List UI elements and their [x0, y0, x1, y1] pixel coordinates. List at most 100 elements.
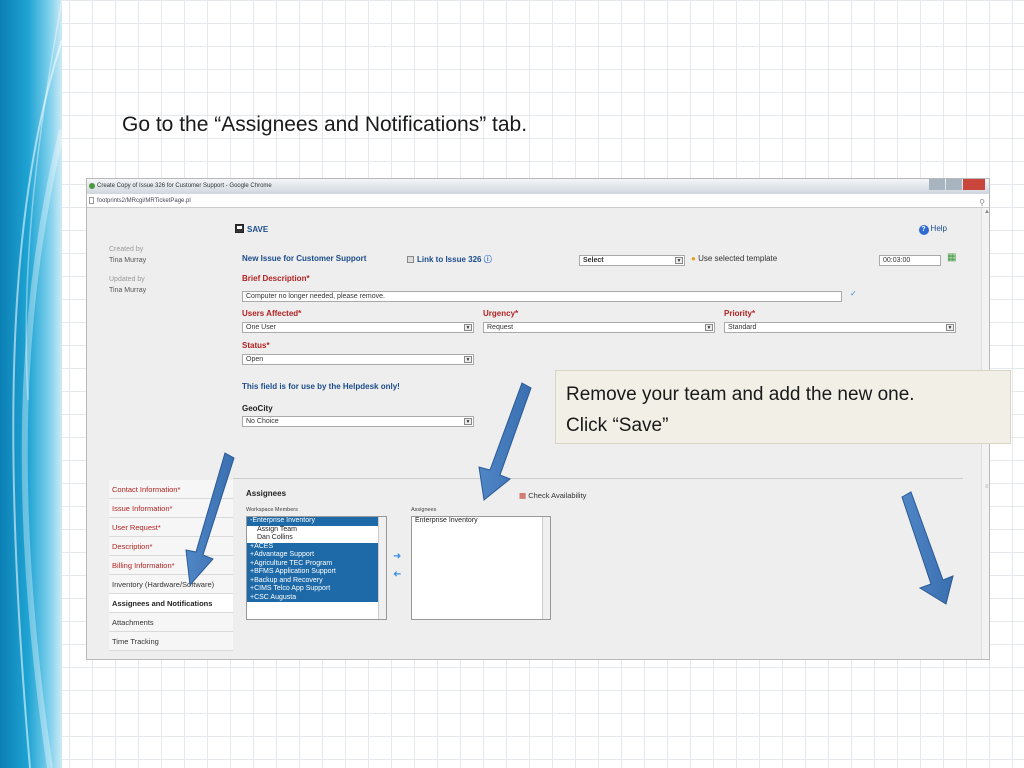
assignees-panel: Assignees ▦ Check Availability Workspace… — [233, 478, 963, 653]
helpdesk-note: This field is for use by the Helpdesk on… — [242, 382, 400, 391]
window-controls — [929, 179, 985, 191]
template-select[interactable]: Select ▼ — [579, 255, 685, 266]
info-icon: ⓘ — [483, 255, 492, 264]
users-affected-select[interactable]: One User ▼ — [242, 322, 474, 333]
assignees-list-scrollbar[interactable] — [542, 517, 550, 619]
help-label: Help — [930, 224, 947, 233]
list-item[interactable]: +Advantage Support — [247, 551, 386, 560]
issue-title: New Issue for Customer Support — [242, 254, 367, 263]
close-button[interactable] — [963, 179, 985, 190]
priority-label: Priority* — [724, 309, 756, 318]
list-item[interactable]: +Agriculture TEC Program — [247, 559, 386, 568]
users-affected-label: Users Affected* — [242, 309, 302, 318]
slide-heading: Go to the “Assignees and Notifications” … — [122, 113, 528, 136]
status-label: Status* — [242, 341, 270, 350]
help-icon: ? — [918, 225, 929, 235]
priority-value: Standard — [728, 324, 757, 331]
assignees-section-title: Assignees — [246, 489, 287, 498]
created-by-value: Tina Murray — [109, 257, 147, 264]
tab-contact-information[interactable]: Contact Information* — [109, 480, 233, 499]
use-template-link[interactable]: ● Use selected template — [691, 254, 777, 263]
assignees-list[interactable]: Enterprise Inventory — [411, 516, 551, 620]
list-item[interactable]: +CIMS Telco App Support — [247, 585, 386, 594]
chevron-down-icon: ▼ — [464, 356, 472, 363]
tab-assignees-and-notifications[interactable]: Assignees and Notifications — [109, 594, 233, 613]
tab-billing-information[interactable]: Billing Information* — [109, 556, 233, 575]
decorative-side-band — [0, 0, 62, 768]
use-template-label: Use selected template — [698, 254, 778, 263]
tab-issue-information[interactable]: Issue Information* — [109, 499, 233, 518]
callout-line-1: Remove your team and add the new one. — [566, 384, 915, 405]
geocity-select[interactable]: No Choice ▼ — [242, 416, 474, 427]
priority-select[interactable]: Standard ▼ — [724, 322, 956, 333]
save-label: SAVE — [247, 225, 269, 234]
link-label: Link to Issue 326 — [417, 255, 482, 264]
list-item[interactable]: Assign Team — [247, 525, 386, 534]
scroll-up-icon[interactable]: ▲ — [984, 209, 989, 215]
remove-assignee-arrow-icon[interactable]: ➜ — [393, 569, 401, 580]
updated-by-label: Updated by — [109, 276, 145, 283]
tab-attachments[interactable]: Attachments — [109, 613, 233, 632]
chevron-down-icon: ▼ — [705, 324, 713, 331]
callout-line-2: Click “Save” — [566, 415, 669, 436]
geocity-value: No Choice — [246, 418, 279, 425]
list-item[interactable]: +Backup and Recovery — [247, 576, 386, 585]
calendar-icon: ▦ — [519, 491, 527, 500]
page-icon — [89, 197, 94, 204]
created-by-label: Created by — [109, 246, 144, 253]
maximize-button[interactable] — [946, 179, 962, 190]
list-item[interactable]: +ACES — [247, 542, 386, 551]
timer-field[interactable]: 00:03:00 — [879, 255, 941, 266]
link-to-issue-checkbox[interactable]: Link to Issue 326 ⓘ — [407, 254, 492, 265]
url-text: footprints2/MRcgi/MRTicketPage.pl — [97, 198, 191, 204]
add-assignee-arrow-icon[interactable]: ➜ — [393, 551, 401, 562]
instruction-callout: Remove your team and add the new one. Cl… — [555, 370, 1011, 444]
address-bar[interactable]: footprints2/MRcgi/MRTicketPage.pl ⚲ — [87, 194, 989, 208]
updated-by-value: Tina Murray — [109, 287, 147, 294]
timer-icon[interactable]: ▦ — [947, 252, 956, 263]
help-link[interactable]: ? Help — [918, 224, 947, 235]
geocity-label: GeoCity — [242, 404, 273, 413]
chevron-down-icon: ▼ — [675, 257, 683, 264]
check-availability-link[interactable]: ▦ Check Availability — [519, 491, 586, 500]
floppy-disk-icon — [235, 224, 244, 233]
chevron-down-icon: ▼ — [946, 324, 954, 331]
chevron-down-icon: ▼ — [464, 324, 472, 331]
chevron-down-icon: ▼ — [464, 418, 472, 425]
brief-description-value: Computer no longer needed, please remove… — [246, 293, 385, 300]
template-select-value: Select — [583, 257, 604, 264]
brief-description-input[interactable]: Computer no longer needed, please remove… — [242, 291, 842, 302]
urgency-label: Urgency* — [483, 309, 519, 318]
urgency-select[interactable]: Request ▼ — [483, 322, 715, 333]
minimize-button[interactable] — [929, 179, 945, 190]
status-select[interactable]: Open ▼ — [242, 354, 474, 365]
section-tabs: Contact Information* Issue Information* … — [109, 480, 233, 651]
users-affected-value: One User — [246, 324, 276, 331]
list-item[interactable]: +CSC Augusta — [247, 593, 386, 602]
spellcheck-icon[interactable]: ✓ — [850, 289, 857, 298]
decorative-swoosh — [12, 0, 62, 768]
list-item[interactable]: +BFMS Application Support — [247, 568, 386, 577]
workspace-members-label: Workspace Members — [246, 507, 298, 513]
members-list-scrollbar[interactable] — [378, 517, 386, 619]
tab-user-request[interactable]: User Request* — [109, 518, 233, 537]
brief-description-label: Brief Description* — [242, 274, 310, 283]
assignees-label: Assignees — [411, 507, 437, 513]
scroll-grip-icon[interactable]: ≡ — [985, 484, 989, 490]
window-titlebar: Create Copy of Issue 326 for Customer Su… — [87, 179, 989, 194]
tab-description[interactable]: Description* — [109, 537, 233, 556]
tab-time-tracking[interactable]: Time Tracking — [109, 632, 233, 651]
check-availability-label: Check Availability — [528, 491, 587, 500]
save-button-top[interactable]: SAVE — [235, 224, 268, 234]
status-value: Open — [246, 356, 264, 363]
timer-value: 00:03:00 — [883, 257, 911, 264]
urgency-value: Request — [487, 324, 514, 331]
list-item[interactable]: Dan Collins — [247, 534, 386, 543]
tab-inventory[interactable]: Inventory (Hardware/Software) — [109, 575, 233, 594]
checkbox-icon — [407, 256, 414, 263]
window-title: Create Copy of Issue 326 for Customer Su… — [97, 183, 272, 189]
list-item[interactable]: Enterprise Inventory — [412, 517, 550, 526]
list-item[interactable]: -Enterprise Inventory — [247, 517, 386, 526]
lightbulb-icon: ● — [691, 254, 696, 263]
workspace-members-list[interactable]: -Enterprise Inventory Assign Team Dan Co… — [246, 516, 387, 620]
